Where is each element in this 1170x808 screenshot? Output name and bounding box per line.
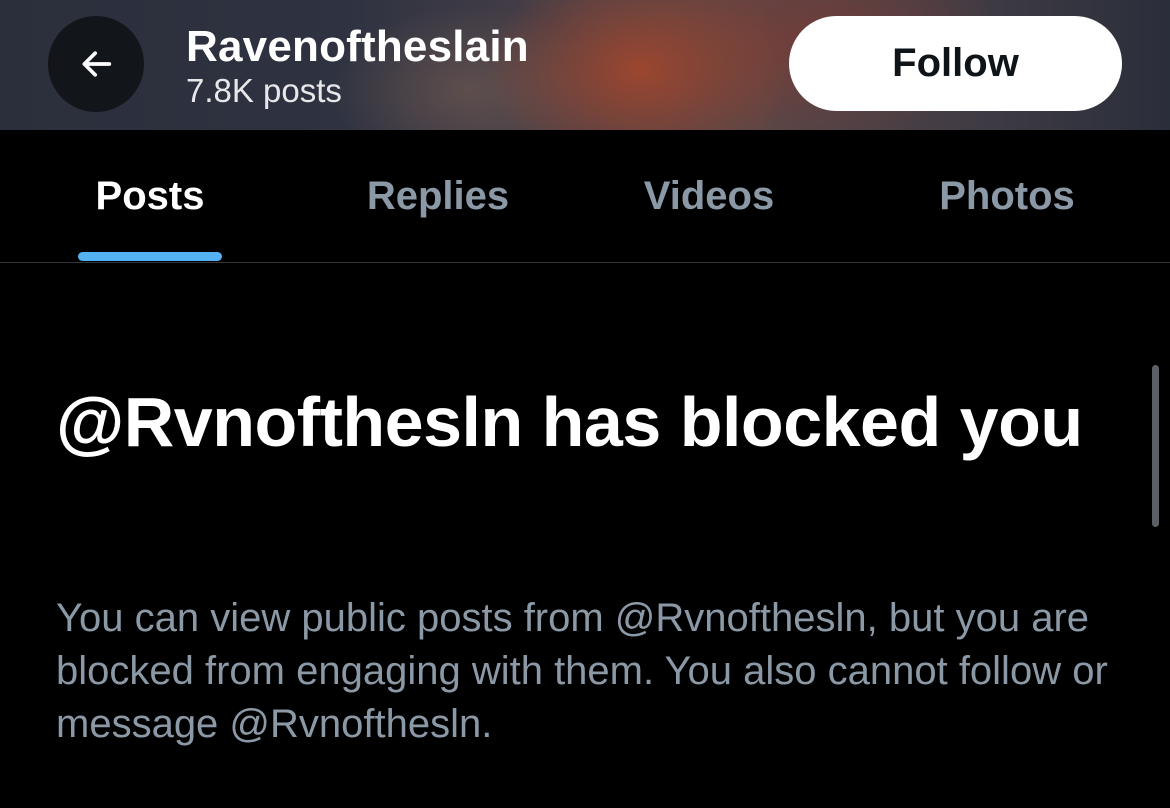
arrow-left-icon bbox=[82, 51, 112, 77]
follow-button[interactable]: Follow bbox=[789, 16, 1122, 111]
blocked-description: You can view public posts from @Rvnofthe… bbox=[56, 596, 1108, 746]
profile-name: Ravenoftheslain bbox=[186, 22, 529, 71]
profile-tabs: Posts Replies Videos Photos bbox=[0, 130, 1170, 263]
profile-page: Ravenoftheslain 7.8K posts Follow Posts … bbox=[0, 0, 1170, 808]
tab-posts[interactable]: Posts bbox=[78, 130, 222, 262]
blocked-title: @Rvnofthesln has blocked you bbox=[56, 383, 1083, 461]
profile-title-block: Ravenoftheslain 7.8K posts bbox=[186, 22, 529, 110]
post-count: 7.8K posts bbox=[186, 72, 342, 109]
scrollbar[interactable] bbox=[1152, 365, 1159, 527]
active-tab-indicator bbox=[78, 252, 222, 261]
profile-header: Ravenoftheslain 7.8K posts Follow bbox=[0, 0, 1170, 130]
tab-videos[interactable]: Videos bbox=[625, 130, 793, 262]
tab-photos[interactable]: Photos bbox=[920, 130, 1094, 262]
back-button[interactable] bbox=[48, 16, 144, 112]
tab-replies[interactable]: Replies bbox=[348, 130, 528, 262]
